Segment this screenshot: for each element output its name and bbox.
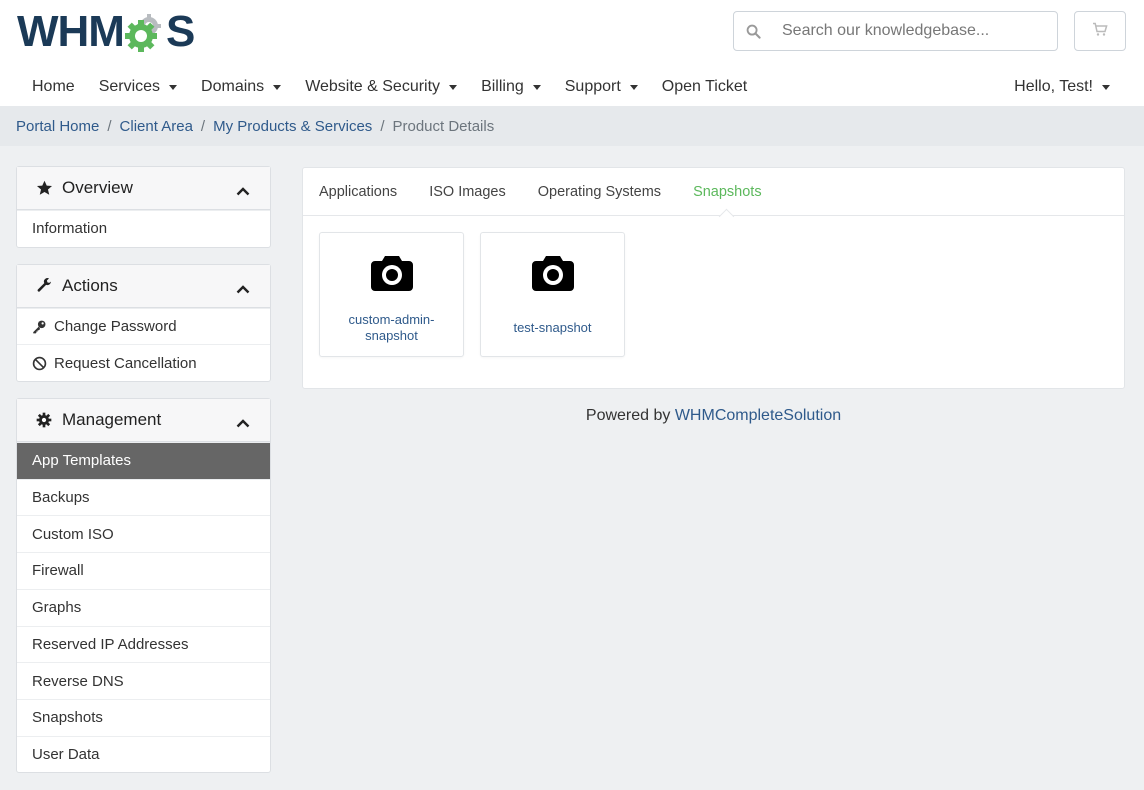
- actions-title: Actions: [62, 275, 118, 295]
- breadcrumb-separator: /: [200, 117, 206, 135]
- breadcrumb-separator: /: [107, 117, 112, 135]
- ban-icon: [32, 356, 48, 371]
- nav-domains-label: Domains: [201, 78, 265, 95]
- sidebar-item-label: Reverse DNS: [32, 672, 124, 690]
- footer-powered-by: Powered by: [585, 407, 675, 424]
- tab-applications[interactable]: Applications: [319, 168, 397, 216]
- sidebar: Overview Information Actions Change Pass…: [16, 166, 271, 789]
- sidebar-item-app-templates[interactable]: App Templates: [17, 442, 270, 479]
- nav-domains[interactable]: Domains: [189, 78, 293, 96]
- caret-down-icon: [1102, 84, 1110, 90]
- sidebar-item-backups[interactable]: Backups: [17, 478, 270, 516]
- snapshot-grid: custom-admin-snapshot test-snapshot: [303, 216, 1124, 373]
- sidebar-item-label: User Data: [32, 745, 100, 763]
- management-title: Management: [62, 410, 162, 430]
- sidebar-item-firewall[interactable]: Firewall: [17, 552, 270, 589]
- sidebar-item-label: Backups: [32, 489, 90, 507]
- sidebar-item-change-password[interactable]: Change Password: [17, 307, 270, 345]
- footer-link[interactable]: WHMCompleteSolution: [675, 407, 841, 424]
- management-panel-header[interactable]: Management: [17, 399, 270, 443]
- sidebar-item-label: Information: [32, 220, 108, 238]
- sidebar-item-label: Change Password: [54, 318, 177, 336]
- sidebar-item-user-data[interactable]: User Data: [17, 735, 270, 773]
- top-header: WHM S Search our knowledgebase... Home S…: [0, 0, 1144, 106]
- user-greeting: Hello, Test!: [1014, 78, 1093, 95]
- camera-icon: [531, 252, 574, 292]
- sidebar-item-label: Custom ISO: [32, 525, 114, 543]
- breadcrumb-portal-home[interactable]: Portal Home: [16, 118, 99, 135]
- sidebar-item-label: App Templates: [32, 452, 131, 470]
- snapshot-card[interactable]: custom-admin-snapshot: [319, 232, 464, 357]
- sidebar-item-label: Snapshots: [32, 709, 103, 727]
- tab-operating-systems[interactable]: Operating Systems: [538, 168, 661, 216]
- breadcrumb-products-services[interactable]: My Products & Services: [213, 118, 372, 135]
- nav-support-label: Support: [564, 78, 621, 95]
- caret-down-icon: [532, 84, 541, 90]
- overview-panel-header[interactable]: Overview: [17, 167, 270, 210]
- footer: Powered by WHMCompleteSolution: [302, 407, 1125, 425]
- sidebar-item-information[interactable]: Information: [17, 210, 270, 247]
- cart-button[interactable]: [1074, 11, 1126, 51]
- actions-panel: Actions Change Password Request Cancella…: [16, 263, 271, 383]
- nav-open-ticket-label: Open Ticket: [661, 78, 748, 95]
- sidebar-item-snapshots[interactable]: Snapshots: [17, 698, 270, 736]
- snapshot-name: custom-admin-snapshot: [348, 312, 435, 343]
- logo-text-right: S: [165, 7, 195, 56]
- caret-down-icon: [169, 84, 178, 90]
- nav-services-label: Services: [98, 78, 161, 95]
- sidebar-item-graphs[interactable]: Graphs: [17, 588, 270, 626]
- tab-snapshots[interactable]: Snapshots: [693, 168, 762, 216]
- actions-panel-header[interactable]: Actions: [17, 264, 270, 308]
- breadcrumb: Portal Home / Client Area / My Products …: [0, 106, 1144, 146]
- overview-title: Overview: [62, 178, 133, 197]
- sidebar-item-label: Graphs: [32, 599, 82, 617]
- camera-icon: [370, 252, 413, 292]
- search-input[interactable]: [772, 22, 1057, 40]
- caret-down-icon: [629, 84, 638, 90]
- sidebar-item-custom-iso[interactable]: Custom ISO: [17, 515, 270, 552]
- caret-down-icon: [449, 84, 458, 90]
- knowledgebase-search: [733, 11, 1058, 51]
- chevron-up-icon[interactable]: [236, 181, 250, 201]
- nav-website-security[interactable]: Website & Security: [293, 78, 469, 96]
- search-icon: [734, 24, 772, 39]
- nav-open-ticket[interactable]: Open Ticket: [650, 78, 759, 96]
- nav-billing-label: Billing: [481, 78, 524, 95]
- breadcrumb-separator: /: [380, 117, 385, 135]
- shopping-cart-icon: [1092, 22, 1108, 41]
- sidebar-item-label: Reserved IP Addresses: [32, 635, 189, 653]
- sidebar-item-request-cancellation[interactable]: Request Cancellation: [17, 344, 270, 381]
- sidebar-item-label: Request Cancellation: [54, 354, 197, 372]
- nav-home[interactable]: Home: [20, 78, 87, 96]
- gear-logo-icon: [124, 12, 165, 52]
- wrench-icon: [36, 277, 54, 294]
- snapshot-name: test-snapshot: [513, 320, 592, 335]
- chevron-up-icon[interactable]: [236, 413, 250, 433]
- nav-billing[interactable]: Billing: [469, 78, 553, 96]
- chevron-up-icon[interactable]: [236, 279, 250, 299]
- main-navigation: Home Services Domains Website & Security…: [20, 68, 759, 106]
- key-icon: [32, 319, 48, 334]
- logo-text-left: WHM: [17, 7, 125, 56]
- star-icon: [36, 180, 54, 196]
- cog-icon: [36, 412, 54, 428]
- whmcs-logo[interactable]: WHM S: [17, 7, 195, 56]
- caret-down-icon: [273, 84, 282, 90]
- breadcrumb-client-area[interactable]: Client Area: [120, 118, 193, 135]
- sidebar-item-label: Firewall: [32, 562, 84, 580]
- tab-iso-images[interactable]: ISO Images: [429, 168, 506, 216]
- os-tabs: Applications ISO Images Operating System…: [303, 168, 1124, 216]
- overview-panel: Overview Information: [16, 166, 271, 248]
- nav-website-security-label: Website & Security: [305, 78, 441, 95]
- sidebar-item-reserved-ip[interactable]: Reserved IP Addresses: [17, 625, 270, 663]
- management-panel: Management App Templates Backups Custom …: [16, 398, 271, 774]
- nav-home-label: Home: [32, 78, 75, 95]
- nav-support[interactable]: Support: [553, 78, 650, 96]
- sidebar-item-reverse-dns[interactable]: Reverse DNS: [17, 662, 270, 699]
- breadcrumb-current: Product Details: [392, 117, 495, 135]
- nav-services[interactable]: Services: [87, 78, 189, 96]
- user-menu[interactable]: Hello, Test!: [1014, 68, 1110, 106]
- snapshot-card[interactable]: test-snapshot: [480, 232, 625, 357]
- product-details-card: Applications ISO Images Operating System…: [302, 167, 1125, 389]
